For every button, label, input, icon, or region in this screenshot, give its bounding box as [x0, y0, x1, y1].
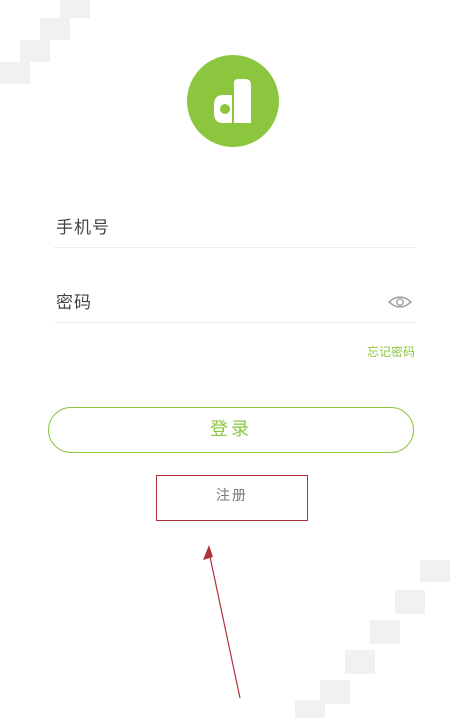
watermark-block	[40, 18, 70, 40]
register-button[interactable]: 注册	[157, 485, 307, 505]
phone-field-label: 手机号	[56, 218, 110, 238]
app-a-logo-icon	[214, 79, 251, 123]
password-field-label: 密码	[56, 293, 92, 313]
watermark-block	[0, 62, 30, 84]
watermark-block	[345, 650, 375, 674]
watermark-block	[420, 560, 450, 582]
phone-field[interactable]: 手机号	[54, 207, 416, 248]
forgot-password-link[interactable]: 忘记密码	[367, 343, 415, 360]
login-button[interactable]: 登录	[48, 407, 414, 453]
login-page: 手机号 密码 忘记密码 登录 注册	[0, 0, 463, 718]
watermark-block	[60, 0, 90, 18]
watermark-block	[20, 40, 50, 62]
watermark-block	[295, 700, 325, 718]
register-highlight-box: 注册	[156, 475, 308, 521]
app-logo	[187, 55, 279, 147]
password-field[interactable]: 密码	[54, 282, 416, 323]
eye-icon[interactable]	[388, 294, 412, 310]
watermark-block	[395, 590, 425, 614]
watermark-block	[370, 620, 400, 644]
